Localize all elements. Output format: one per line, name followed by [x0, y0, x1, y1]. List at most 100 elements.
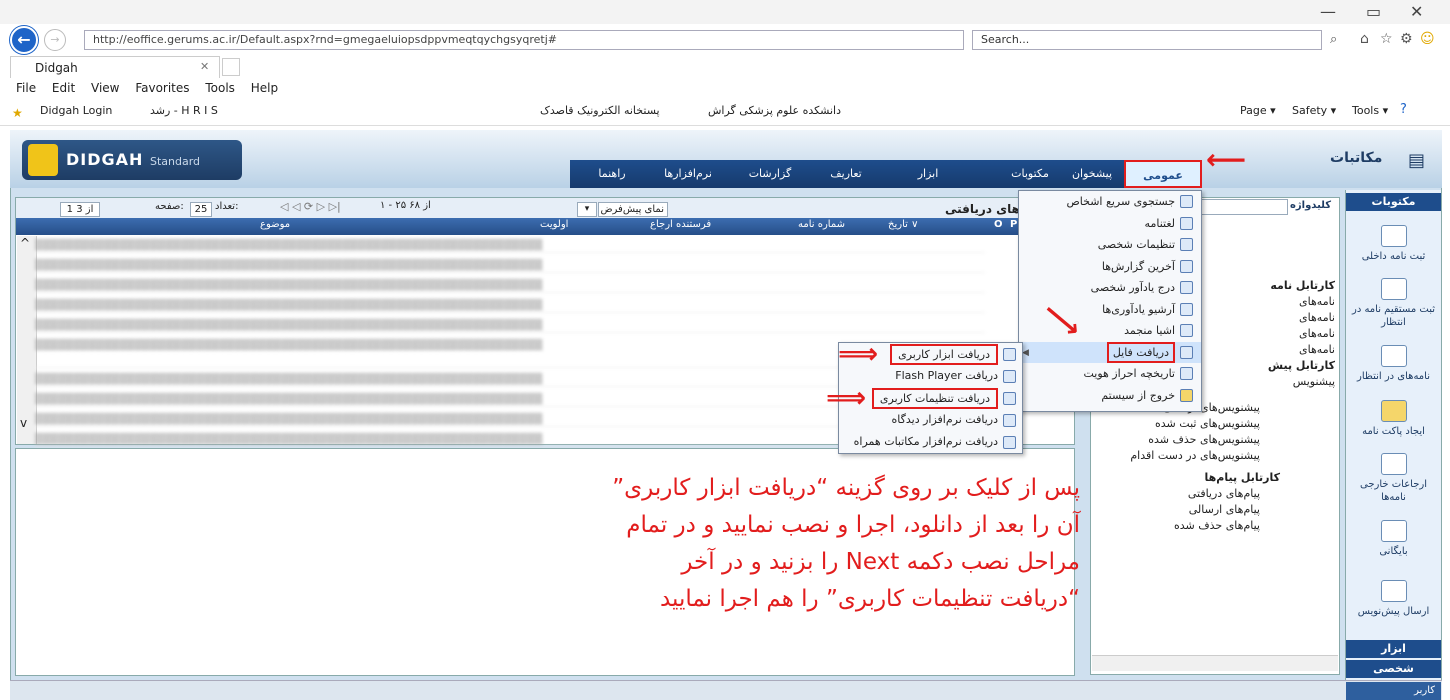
envelope-icon: [1380, 345, 1407, 367]
tree-node[interactable]: نامه‌های: [1205, 342, 1335, 358]
rp-tools-header[interactable]: ابزار: [1346, 640, 1441, 658]
tree-node[interactable]: کارتابل نامه: [1205, 278, 1335, 294]
nav-help[interactable]: راهنما: [590, 160, 634, 188]
menu-view[interactable]: View: [91, 81, 119, 95]
table-row[interactable]: ▒▒▒▒▒▒▒▒▒▒▒▒▒▒▒▒▒▒▒▒▒▒▒▒▒▒▒▒▒▒▒▒▒▒▒▒▒▒▒▒…: [35, 258, 985, 273]
fav-ghasedak[interactable]: پستخانه الکترونیک قاصدک: [540, 104, 660, 117]
view-select[interactable]: نمای پیش‌فرض: [598, 202, 668, 217]
favorites-star-icon[interactable]: ★: [12, 106, 23, 120]
home-icon[interactable]: ⌂: [1360, 31, 1369, 47]
nav-tools[interactable]: ابزار: [906, 160, 950, 188]
pager-nav-icon[interactable]: ◁ ◁ ⟳ ▷ ▷|: [280, 200, 341, 213]
menu-recent-reports[interactable]: آخرین گزارش‌ها: [1019, 256, 1201, 278]
cmd-page[interactable]: Page ▾: [1240, 104, 1276, 117]
tree-node[interactable]: پیشنویس‌های حذف شده: [1100, 432, 1300, 448]
submenu-user-settings[interactable]: دریافت تنظیمات کاربری: [839, 387, 1022, 409]
nav-letters[interactable]: مکتوبات: [1000, 160, 1060, 188]
view-select-chevron-icon[interactable]: ▾: [577, 202, 597, 217]
fav-hris[interactable]: رشد - H R I S: [150, 104, 218, 117]
menu-get-file[interactable]: دریافت فایل: [1019, 341, 1201, 363]
cmd-tools[interactable]: Tools ▾: [1352, 104, 1388, 117]
nav-reports[interactable]: گزارشات: [742, 160, 798, 188]
menu-add-reminder[interactable]: درج یادآور شخصی: [1019, 277, 1201, 299]
rp-send-draft[interactable]: ارسال پیش‌نویس: [1346, 580, 1441, 618]
fav-didgah-login[interactable]: Didgah Login: [40, 104, 112, 117]
nav-definitions[interactable]: تعاریف: [822, 160, 870, 188]
rp-create-envelope[interactable]: ایجاد پاکت نامه: [1346, 400, 1441, 438]
scroll-up-icon[interactable]: ^: [20, 236, 30, 250]
col-sender[interactable]: فرستنده ارجاع: [650, 219, 711, 230]
col-o[interactable]: O: [994, 219, 1003, 230]
favorites-star-icon[interactable]: ☆: [1380, 31, 1393, 47]
col-subject[interactable]: موضوع: [260, 219, 290, 230]
tree-node[interactable]: کارتابل پیش: [1205, 358, 1335, 374]
tree-node[interactable]: پیشنویس‌های در دست اقدام: [1100, 448, 1300, 464]
envelope-star-icon: [1380, 400, 1407, 422]
menu-personal-settings[interactable]: تنظیمات شخصی: [1019, 234, 1201, 256]
menu-favorites[interactable]: Favorites: [135, 81, 189, 95]
nav-software[interactable]: نرم‌افزارها: [656, 160, 720, 188]
table-row[interactable]: ▒▒▒▒▒▒▒▒▒▒▒▒▒▒▒▒▒▒▒▒▒▒▒▒▒▒▒▒▒▒▒▒▒▒▒▒▒▒▒▒…: [35, 238, 985, 253]
settings-icon: [1180, 238, 1193, 252]
minimize-icon[interactable]: —: [1320, 2, 1336, 21]
url-input[interactable]: http://eoffice.gerums.ac.ir/Default.aspx…: [84, 30, 964, 50]
close-icon[interactable]: ✕: [1410, 2, 1423, 21]
menu-tools[interactable]: Tools: [205, 81, 235, 95]
menu-help[interactable]: Help: [251, 81, 278, 95]
tree-node[interactable]: نامه‌های: [1205, 310, 1335, 326]
page-select[interactable]: 1 از 3: [60, 202, 100, 217]
tree-node[interactable]: پیام‌های دریافتی: [1100, 486, 1300, 502]
menu-file[interactable]: File: [16, 81, 36, 95]
rp-user-header[interactable]: کاربر: [1346, 682, 1441, 700]
nav-general[interactable]: عمومی: [1124, 160, 1202, 188]
scroll-down-icon[interactable]: v: [20, 416, 27, 430]
col-priority[interactable]: اولویت: [540, 219, 568, 230]
smiley-icon[interactable]: ☺: [1420, 31, 1435, 47]
rp-personal-header[interactable]: شخصی: [1346, 660, 1441, 678]
search-icon[interactable]: ⌕: [1330, 32, 1337, 47]
table-row[interactable]: ▒▒▒▒▒▒▒▒▒▒▒▒▒▒▒▒▒▒▒▒▒▒▒▒▒▒▒▒▒▒▒▒▒▒▒▒▒▒▒▒…: [35, 318, 985, 333]
tab-close-icon[interactable]: ✕: [200, 60, 209, 73]
tree-hscroll[interactable]: [1092, 655, 1338, 671]
tree-node[interactable]: پیام‌های ارسالی: [1100, 502, 1300, 518]
back-button[interactable]: ←: [10, 26, 38, 54]
menu-logout[interactable]: خروج از سیستم: [1019, 385, 1201, 407]
tree-node[interactable]: نامه‌های: [1205, 294, 1335, 310]
tree-node[interactable]: کارتابل پیام‌ها: [1100, 470, 1300, 486]
menu-quick-search[interactable]: جستجوی سریع اشخاص: [1019, 191, 1201, 213]
menu-edit[interactable]: Edit: [52, 81, 75, 95]
rp-direct-register[interactable]: ثبت مستقیم نامه در انتظار: [1346, 278, 1441, 329]
rp-internal-letter[interactable]: ثبت نامه داخلی: [1346, 225, 1441, 263]
nav-dashboard[interactable]: پیشخوان: [1064, 160, 1120, 188]
tree-node[interactable]: پیشنویس‌های ثبت شده: [1100, 416, 1300, 432]
col-letter-number[interactable]: شماره نامه: [798, 219, 845, 230]
restore-icon[interactable]: ▭: [1366, 2, 1381, 21]
keyword-input[interactable]: [1200, 199, 1288, 215]
correspondence-icon: ▤: [1408, 150, 1426, 171]
forward-button[interactable]: →: [44, 29, 66, 51]
tree-node[interactable]: پیشنویس: [1205, 374, 1335, 390]
help-icon[interactable]: ?: [1400, 102, 1407, 117]
menu-auth-history[interactable]: تاریخچه احراز هویت: [1019, 363, 1201, 385]
tree-node[interactable]: نامه‌های: [1205, 326, 1335, 342]
settings-gear-icon[interactable]: ⚙: [1400, 31, 1413, 47]
table-row[interactable]: ▒▒▒▒▒▒▒▒▒▒▒▒▒▒▒▒▒▒▒▒▒▒▒▒▒▒▒▒▒▒▒▒▒▒▒▒▒▒▒▒…: [35, 298, 985, 313]
submenu-mobile-software[interactable]: دریافت نرم‌افزار مکاتبات همراه: [839, 431, 1022, 453]
col-date[interactable]: تاریخ ∨: [888, 219, 918, 230]
menu-dictionary[interactable]: لغتنامه: [1019, 213, 1201, 235]
submenu-didgah-software[interactable]: دریافت نرم‌افزار دیدگاه: [839, 409, 1022, 431]
rp-external-referrals[interactable]: ارجاعات خارجی نامه‌ها: [1346, 453, 1441, 504]
grid-scrollbar[interactable]: [17, 236, 37, 444]
col-p[interactable]: P: [1010, 219, 1017, 230]
tree-node[interactable]: پیام‌های حذف شده: [1100, 518, 1300, 534]
browser-tab[interactable]: Didgah: [10, 56, 220, 78]
rp-pending-letters[interactable]: نامه‌های در انتظار: [1346, 345, 1441, 383]
new-tab-button[interactable]: [222, 58, 240, 76]
cmd-safety[interactable]: Safety ▾: [1292, 104, 1336, 117]
rp-archive[interactable]: بایگانی: [1346, 520, 1441, 558]
search-input[interactable]: Search...: [972, 30, 1322, 50]
fav-gerash[interactable]: دانشکده علوم پزشکی گراش: [708, 104, 841, 117]
count-select[interactable]: 25: [190, 202, 212, 217]
archive-icon: [1180, 302, 1193, 316]
table-row[interactable]: ▒▒▒▒▒▒▒▒▒▒▒▒▒▒▒▒▒▒▒▒▒▒▒▒▒▒▒▒▒▒▒▒▒▒▒▒▒▒▒▒…: [35, 278, 985, 293]
